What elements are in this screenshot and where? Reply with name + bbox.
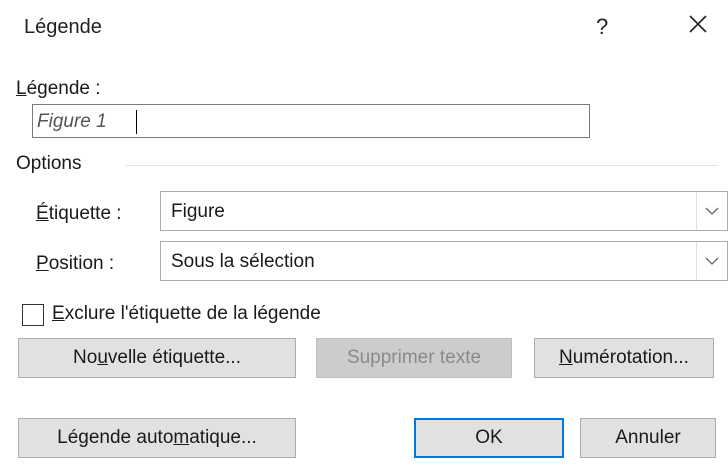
close-button[interactable]: [686, 12, 710, 36]
options-group-label: Options: [16, 153, 82, 174]
close-icon: [689, 15, 707, 33]
numbering-button[interactable]: Numérotation...: [534, 338, 714, 378]
caption-input[interactable]: Figure 1: [32, 104, 590, 138]
ok-button[interactable]: OK: [414, 418, 564, 458]
position-dropdown[interactable]: Sous la sélection: [160, 241, 728, 281]
delete-label-button[interactable]: Supprimer texte: [316, 338, 512, 378]
label-dropdown-value: Figure: [171, 201, 225, 222]
caption-input-value: Figure 1: [37, 111, 107, 132]
chevron-down-icon[interactable]: [696, 192, 727, 230]
new-label-button[interactable]: No u velle étiquette...: [18, 338, 296, 378]
label-field-label: Étiquette :: [36, 203, 122, 224]
cancel-button[interactable]: Annuler: [580, 418, 716, 458]
autocaption-button[interactable]: Légende auto m atique...: [18, 418, 296, 458]
position-field-label: Position :: [36, 253, 115, 274]
exclude-label-text[interactable]: Exclure l'étiquette de la légende: [52, 303, 321, 325]
position-dropdown-value: Sous la sélection: [171, 251, 315, 272]
text-caret: [136, 110, 137, 134]
help-button[interactable]: ?: [596, 14, 608, 40]
exclude-label-checkbox[interactable]: [22, 304, 44, 326]
options-group-divider: [126, 165, 718, 166]
dialog-title: Légende: [24, 16, 102, 38]
caption-label: Légende :: [16, 78, 101, 99]
label-dropdown[interactable]: Figure: [160, 191, 728, 231]
chevron-down-icon[interactable]: [696, 242, 727, 280]
